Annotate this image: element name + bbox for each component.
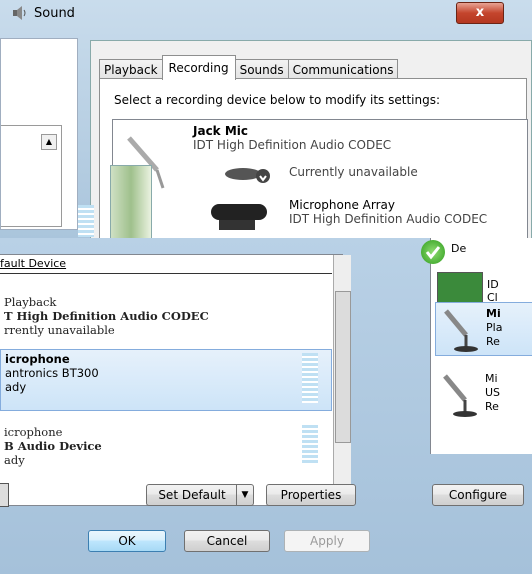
device-name: Jack Mic xyxy=(193,124,249,138)
tab-communications[interactable]: Communications xyxy=(287,59,399,80)
microphone-icon xyxy=(439,370,483,421)
cancel-button[interactable]: Cancel xyxy=(184,530,270,552)
device-status: Re xyxy=(485,400,499,413)
tab-row: Playback Recording Sounds Communications xyxy=(99,55,399,80)
right-device-list: De ID Cl Mi Pla Re Mi US Re xyxy=(421,238,532,454)
device-status: ady xyxy=(4,453,25,467)
microphone-icon xyxy=(440,305,484,356)
set-default-button[interactable]: Set Default ▼ xyxy=(146,484,254,506)
recording-device-3[interactable]: icrophone B Audio Device ady xyxy=(0,423,336,469)
default-device-header: fault Device xyxy=(0,255,332,274)
recording-tab-body: Select a recording device below to modif… xyxy=(99,78,528,261)
left-list-panel: ▲ xyxy=(0,38,78,230)
speaker-icon xyxy=(12,6,28,20)
device-name: ID xyxy=(487,278,499,291)
device-driver: Pla xyxy=(486,321,503,334)
vertical-scrollbar[interactable]: ▼ xyxy=(333,255,351,505)
unavailable-icon xyxy=(223,162,273,187)
recording-window: fault Device Playback T High Definition … xyxy=(0,238,385,574)
apply-button[interactable]: Apply xyxy=(284,530,370,552)
device-name: icrophone xyxy=(4,425,63,439)
configure-button[interactable]: Configure xyxy=(432,484,524,506)
sound-titlebar: Sound xyxy=(12,4,75,22)
partial-button[interactable] xyxy=(0,483,9,507)
properties-button[interactable]: Properties xyxy=(266,484,356,506)
device-status: Currently unavailable xyxy=(289,165,418,179)
tab-recording[interactable]: Recording xyxy=(161,55,236,80)
level-meter-icon xyxy=(302,353,318,403)
device-status: Re xyxy=(486,335,500,348)
jack-mic-labels: Jack Mic IDT High Definition Audio CODEC xyxy=(193,124,391,152)
right-window: De ID Cl Mi Pla Re Mi US Re Configure xyxy=(384,238,532,574)
level-meter xyxy=(78,205,94,237)
microphone-array-icon xyxy=(209,198,271,241)
device-driver: antronics BT300 xyxy=(5,366,99,380)
chevron-down-icon[interactable]: ▼ xyxy=(236,485,253,505)
sound-tab-panel: Playback Recording Sounds Communications… xyxy=(90,40,532,261)
close-button[interactable]: x xyxy=(456,2,504,24)
device-name: Playback xyxy=(4,295,57,309)
right-device-3[interactable]: Mi US Re xyxy=(435,368,532,422)
device-status: ady xyxy=(5,380,27,394)
device-driver: IDT High Definition Audio CODEC xyxy=(193,138,392,152)
scroll-thumb[interactable] xyxy=(335,291,351,443)
device-driver: T High Definition Audio CODEC xyxy=(4,309,209,323)
device-driver: B Audio Device xyxy=(4,439,102,453)
tab-playback[interactable]: Playback xyxy=(99,59,163,80)
ok-button[interactable]: OK xyxy=(88,530,166,552)
device-microphone-array[interactable]: Microphone Array IDT High Definition Aud… xyxy=(289,198,487,226)
left-list-box: ▲ xyxy=(1,125,62,227)
instructions-text: Select a recording device below to modif… xyxy=(114,93,441,107)
sound-window-title: Sound xyxy=(34,5,75,21)
recording-device-list: fault Device Playback T High Definition … xyxy=(0,254,351,506)
device-name: Mi xyxy=(486,307,501,320)
device-name: icrophone xyxy=(5,352,70,366)
device-name: Microphone Array xyxy=(289,198,395,212)
set-default-label: Set Default xyxy=(158,488,226,502)
tab-sounds[interactable]: Sounds xyxy=(234,59,289,80)
recording-device-2[interactable]: icrophone antronics BT300 ady xyxy=(0,349,332,411)
level-meter-icon xyxy=(302,425,318,463)
right-device-1[interactable]: ID Cl xyxy=(487,278,532,304)
right-device-2[interactable]: Mi Pla Re xyxy=(435,302,532,356)
device-name: Mi xyxy=(485,372,498,385)
device-status: rrently unavailable xyxy=(4,323,115,337)
scroll-up-icon[interactable]: ▲ xyxy=(41,134,57,150)
right-header: De xyxy=(451,242,467,255)
default-check-icon xyxy=(421,240,445,264)
mic-stand-graphic xyxy=(110,165,152,243)
recording-device-1[interactable]: Playback T High Definition Audio CODEC r… xyxy=(0,293,336,339)
device-driver: US xyxy=(485,386,501,399)
device-driver: IDT High Definition Audio CODEC xyxy=(289,212,488,226)
